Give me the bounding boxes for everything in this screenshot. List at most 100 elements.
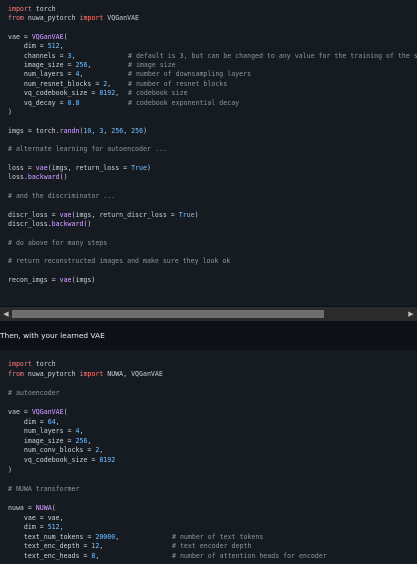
code-token: imgs = torch. (8, 126, 60, 135)
code-line: num_layers = 4, (8, 70, 84, 79)
code-line: loss = vae(imgs, return_loss = True) (8, 164, 151, 173)
code-line: ) (8, 466, 12, 475)
code-token: vae (59, 210, 72, 219)
code-token: vq_codebook_size = (8, 456, 100, 464)
code-token: # autoencoder (8, 388, 60, 397)
inline-comment: # number of downsampling layers (128, 70, 252, 79)
code-token: discr_loss = (8, 210, 60, 219)
code-token: nuwa_pytorch (23, 369, 80, 378)
code-token: (imgs, return_loss = (47, 163, 132, 172)
code-line: vq_codebook_size = 8192, (8, 89, 119, 98)
code-token: , (71, 51, 76, 60)
code-line: import torch (8, 360, 56, 369)
code-line: discr_loss = vae(imgs, return_discr_loss… (8, 211, 199, 220)
code-token: , (99, 542, 104, 551)
code-line: ) (8, 108, 12, 117)
code-line: text_enc_heads = 8, (8, 552, 99, 561)
code-line: # NUWA transformer (8, 485, 79, 494)
code-line: from nuwa_pytorch import NUWA, VQGanVAE (8, 370, 163, 379)
inline-comment: # image size (128, 61, 176, 70)
scrollbar-thumb[interactable] (12, 310, 324, 318)
inline-comment: # codebook exponential decay (128, 98, 240, 107)
code-token: 512 (47, 523, 60, 532)
code-token: 8192 (99, 89, 116, 98)
code-token: vae = (8, 408, 32, 416)
code-token: ( (63, 33, 68, 42)
code-token: 256 (75, 61, 88, 70)
code-token: num_resnet_blocks = (8, 79, 104, 88)
code-token: import (79, 14, 104, 23)
code-token: , (59, 42, 64, 51)
code-token: True (131, 163, 147, 172)
code-token: , (99, 446, 104, 455)
code-token: VQGanVAE (31, 408, 64, 416)
code-line: vae = vae, (8, 514, 64, 523)
inline-comment: # text encoder depth (172, 542, 252, 551)
code-line: image_size = 256, (8, 436, 92, 446)
code-token: vq_codebook_size = (8, 89, 100, 98)
code-block-nuwa-usage: import torch from nuwa_pytorch import NUW… (0, 350, 417, 564)
code-token: 512 (47, 42, 60, 51)
code-token: vae (35, 163, 48, 172)
code-line: text_num_tokens = 20000, (8, 533, 119, 542)
code-token: 20000 (95, 532, 116, 541)
code-token: nuwa = (8, 504, 36, 512)
code-token: ) (146, 163, 151, 172)
code-token: from (8, 14, 24, 23)
code-token: loss = (8, 163, 36, 172)
code-token: , (115, 89, 120, 98)
code-token: recon_imgs = (8, 276, 60, 285)
code-token: , (87, 436, 92, 445)
code-line: vq_decay = 0.8 (8, 98, 80, 108)
code-token: # alternate learning for autoencoder ... (8, 145, 167, 154)
code-token: loss. (8, 173, 28, 182)
inline-comment: # number of resnet blocks (128, 79, 228, 88)
code-token: discr_loss. (8, 220, 52, 229)
code-token: ) (8, 465, 12, 474)
code-token: channels = (8, 51, 68, 60)
inline-comment: # number of text tokens (172, 532, 264, 541)
code-token: NUWA, VQGanVAE (103, 369, 163, 378)
code-token: # and the discriminator ... (8, 192, 116, 200)
code-line: import torch (8, 5, 56, 14)
code-line: imgs = torch.randn(10, 3, 256, 256) (8, 127, 147, 136)
code-token: import (8, 5, 32, 13)
code-line: text_enc_depth = 12, (8, 542, 103, 551)
scroll-left-arrow-icon[interactable]: ◀ (0, 307, 12, 321)
code-token: torch (31, 360, 56, 368)
code-line: # alternate learning for autoencoder ... (8, 145, 167, 154)
code-token: , (59, 523, 64, 532)
horizontal-scrollbar[interactable]: ◀ ▶ (0, 307, 417, 321)
code-token: import (8, 360, 32, 368)
code-token: dim = (8, 417, 48, 426)
code-line: # do above for many steps (8, 239, 107, 248)
code-token: (imgs, return_discr_loss = (71, 210, 179, 219)
code-line: vq_codebook_size = 8192 (8, 456, 115, 465)
code-token: # do above for many steps (8, 238, 108, 247)
code-token: 256 (131, 126, 144, 135)
code-token: vae = vae, (8, 513, 64, 522)
code-token: , (95, 552, 100, 560)
code-token: VQGanVAE (31, 33, 64, 42)
code-line: vae = VQGanVAE( (8, 408, 68, 417)
code-line: num_resnet_blocks = 2, (8, 80, 111, 89)
code-line: # autoencoder (8, 389, 60, 398)
code-token: torch (31, 5, 56, 13)
code-line: loss.backward() (8, 173, 68, 182)
code-token: import (79, 369, 104, 378)
code-token: ( (51, 504, 56, 512)
code-line: num_layers = 4, (8, 427, 84, 436)
inline-comment: # default is 3, but can be changed to an… (128, 51, 417, 60)
code-line: num_conv_blocks = 2, (8, 446, 103, 455)
code-token: , (107, 79, 112, 88)
code-token: 0.8 (67, 98, 80, 107)
code-token: ( (63, 408, 68, 416)
scroll-right-arrow-icon[interactable]: ▶ (405, 307, 417, 321)
code-line: vae = VQGanVAE( (8, 33, 68, 42)
code-line: discr_loss.backward() (8, 220, 91, 229)
inline-comment: # number of attention heads for encoder (172, 552, 327, 560)
code-token: , (115, 532, 120, 541)
code-token: () (83, 220, 92, 229)
code-token: 256 (75, 436, 88, 445)
code-token: () (59, 173, 68, 182)
